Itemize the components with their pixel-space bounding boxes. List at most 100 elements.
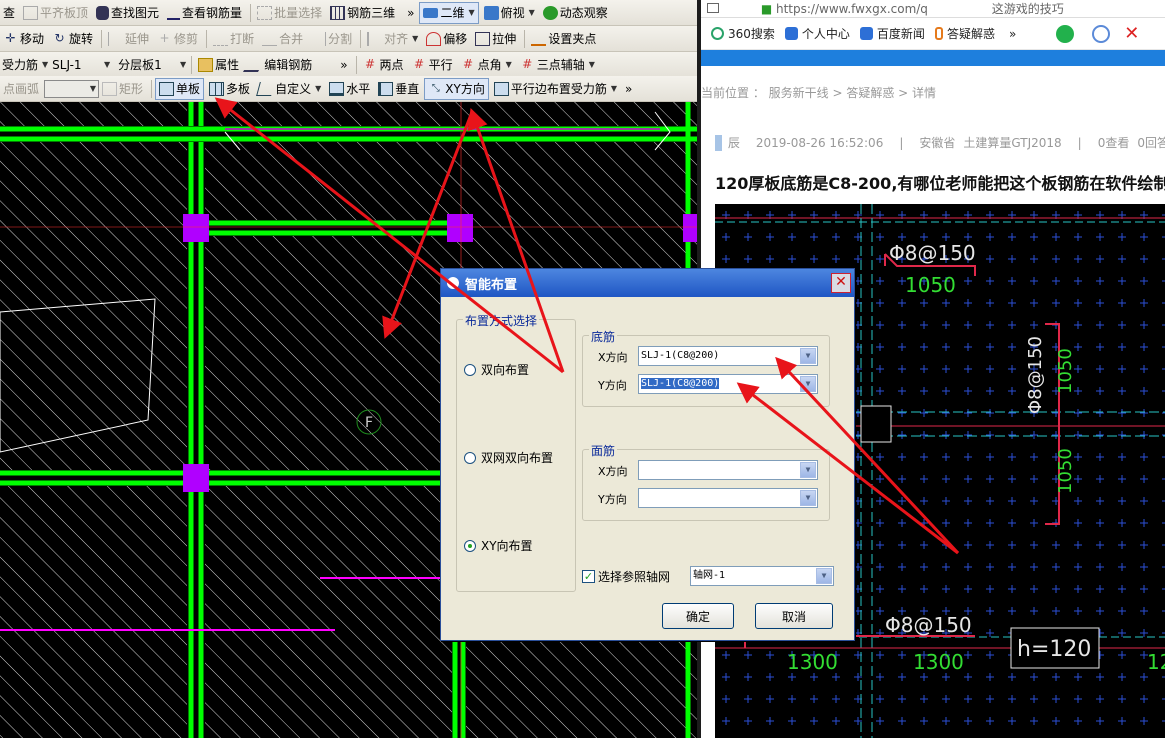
element-type-select[interactable]: 受力筋 ▼ bbox=[0, 56, 50, 74]
more-chevron-1[interactable]: » bbox=[404, 2, 417, 24]
tool-rectangle[interactable]: 矩形 bbox=[99, 78, 146, 100]
tool-align[interactable]: 对齐 ▼ bbox=[364, 28, 421, 50]
separator bbox=[250, 3, 252, 22]
top-y-select[interactable]: ▼ bbox=[638, 488, 818, 508]
bookmark-baidu-news[interactable]: 百度新闻 bbox=[859, 25, 925, 42]
rebar-name-select[interactable]: SLJ-1 ▼ bbox=[50, 56, 112, 74]
dynamic-observe-button[interactable]: 动态观察 bbox=[540, 2, 611, 24]
tool-extend[interactable]: 延伸 bbox=[105, 28, 152, 50]
point-angle-button[interactable]: # 点角 ▼ bbox=[458, 54, 515, 76]
tool-stretch[interactable]: 拉伸 bbox=[472, 28, 519, 50]
multi-slab-button[interactable]: 多板 bbox=[206, 78, 253, 100]
custom-dropdown[interactable]: 自定义 ▼ bbox=[255, 78, 324, 100]
radio-bidirectional[interactable]: 双向布置 bbox=[464, 361, 529, 378]
bookmark-personal[interactable]: 个人中心 bbox=[784, 25, 850, 42]
three-point-axis-button[interactable]: # 三点辅轴 ▼ bbox=[517, 54, 598, 76]
view-top-dropdown[interactable]: 俯视 ▼ bbox=[481, 2, 538, 24]
vertical-button[interactable]: 垂直 bbox=[375, 78, 422, 100]
tool-set-grip[interactable]: 设置夹点 bbox=[528, 28, 599, 50]
chevron-down-icon[interactable]: ▼ bbox=[800, 490, 816, 506]
edit-rebar-button[interactable]: 编辑钢筋 bbox=[243, 54, 315, 76]
radio-double-net[interactable]: 双网双向布置 bbox=[464, 449, 553, 466]
tool-find-element[interactable]: 查找图元 bbox=[93, 2, 162, 24]
rectangle-icon bbox=[102, 81, 118, 96]
tool-batch-select[interactable]: 批量选择 bbox=[254, 2, 325, 24]
tool-trim[interactable]: + 修剪 bbox=[154, 28, 201, 50]
radio-xy[interactable]: XY向布置 bbox=[464, 537, 533, 554]
chevron-down-icon[interactable]: ▼ bbox=[800, 462, 816, 478]
ok-button[interactable]: 确定 bbox=[662, 603, 734, 629]
single-slab-button[interactable]: 单板 bbox=[155, 77, 205, 100]
point-angle-icon: # bbox=[463, 56, 474, 71]
tool-view-rebar-qty[interactable]: 查看钢筋量 bbox=[164, 2, 245, 24]
tool-offset[interactable]: 偏移 bbox=[423, 28, 470, 50]
three-point-label: 三点辅轴 bbox=[536, 58, 585, 72]
chevron-down-icon[interactable]: ▼ bbox=[816, 568, 832, 584]
post-software: 土建算量GTJ2018 bbox=[963, 136, 1062, 150]
parallel-button[interactable]: # 平行 bbox=[409, 54, 456, 76]
green-extension-icon[interactable] bbox=[1056, 24, 1075, 43]
chevron-down-icon: ▼ bbox=[89, 84, 97, 93]
tool-batch-select-label: 批量选择 bbox=[274, 6, 323, 20]
tool-extend-label: 延伸 bbox=[125, 32, 150, 46]
bottom-x-select[interactable]: SLJ-1(C8@200) ▼ bbox=[638, 346, 818, 366]
more-chevron-3[interactable]: » bbox=[337, 54, 350, 76]
chevron-down-icon[interactable]: ▼ bbox=[800, 376, 816, 392]
horizontal-button[interactable]: 水平 bbox=[326, 78, 373, 100]
top-view-icon bbox=[483, 5, 499, 20]
tool-split[interactable]: 分割 bbox=[308, 28, 355, 50]
screen: 查 平齐板顶 查找图元 查看钢筋量 批量选择 钢筋三维 » 二维 ▼ 俯视 ▼ 动态… bbox=[0, 0, 1165, 738]
layer-select[interactable]: 分层板1 ▼ bbox=[116, 56, 188, 74]
url-text[interactable]: https://www.fwxgx.com/q bbox=[776, 2, 928, 16]
dialog-close-button[interactable]: ✕ bbox=[831, 273, 851, 293]
dialog-titlebar[interactable]: 智能布置 bbox=[441, 269, 854, 297]
arc-param-select[interactable]: ▼ bbox=[44, 79, 100, 98]
meta-divider: | bbox=[1077, 135, 1082, 150]
bookmark-360[interactable]: 360搜索 bbox=[711, 25, 775, 42]
author-name[interactable]: 辰 bbox=[728, 134, 740, 151]
bottom-y-select[interactable]: SLJ-1(C8@200) ▼ bbox=[638, 374, 818, 394]
more-chevron-4[interactable]: » bbox=[622, 78, 635, 100]
tool-check[interactable]: 查 bbox=[0, 2, 18, 24]
ref-axis-select[interactable]: 轴网-1 ▼ bbox=[690, 566, 834, 586]
rebar-label-bottom: Φ8@150 bbox=[885, 613, 972, 637]
xy-direction-button[interactable]: ⤡ XY方向 bbox=[424, 77, 489, 100]
properties-button[interactable]: 属性 bbox=[195, 54, 242, 76]
tool-point-arc[interactable]: 点画弧 bbox=[0, 78, 42, 100]
tool-merge[interactable]: 合并 bbox=[259, 28, 306, 50]
tool-rotate[interactable]: ↻ 旋转 bbox=[49, 28, 96, 50]
chevron-down-icon[interactable]: ▼ bbox=[800, 348, 816, 364]
close-icon[interactable]: ✕ bbox=[1124, 23, 1139, 44]
tool-offset-label: 偏移 bbox=[443, 32, 468, 46]
tab-title[interactable]: 这游戏的技巧 bbox=[992, 2, 1064, 16]
rebar-label-top: Φ8@150 bbox=[889, 241, 976, 265]
separator bbox=[524, 29, 526, 48]
ref-axis-value: 轴网-1 bbox=[693, 570, 726, 581]
qa-icon bbox=[934, 27, 943, 40]
bookmark-qa[interactable]: 答疑解惑 bbox=[934, 25, 995, 42]
view-2d-dropdown[interactable]: 二维 ▼ bbox=[419, 1, 479, 24]
tool-break[interactable]: 打断 bbox=[210, 28, 257, 50]
address-bar[interactable]: ■ https://www.fwxgx.com/q 这游戏的技巧 bbox=[701, 0, 1165, 18]
thickness-label: h=120 bbox=[1017, 637, 1091, 662]
minus-icon[interactable] bbox=[1092, 24, 1111, 43]
paw-icon bbox=[859, 27, 873, 40]
bottom-rebar-legend: 底筋 bbox=[589, 328, 618, 345]
checkmark-icon: ✓ bbox=[582, 570, 595, 583]
dim-label-side-1: 1050 bbox=[1055, 348, 1076, 394]
tool-move[interactable]: ✛ 移动 bbox=[0, 28, 47, 50]
tool-rebar-3d[interactable]: 钢筋三维 bbox=[327, 2, 398, 24]
extend-icon bbox=[108, 31, 123, 46]
two-point-button[interactable]: # 两点 bbox=[360, 54, 407, 76]
bookmarks-more[interactable]: » bbox=[1009, 27, 1016, 41]
properties-label: 属性 bbox=[215, 58, 240, 72]
xy-direction-icon: ⤡ bbox=[431, 82, 440, 94]
tool-align-slab-top[interactable]: 平齐板顶 bbox=[20, 2, 91, 24]
view-2d-label: 二维 bbox=[440, 6, 465, 20]
cancel-button[interactable]: 取消 bbox=[755, 603, 833, 629]
parallel-edge-dropdown[interactable]: 平行边布置受力筋 ▼ bbox=[491, 78, 620, 100]
chevron-down-icon: ▼ bbox=[180, 60, 187, 69]
top-x-select[interactable]: ▼ bbox=[638, 460, 818, 480]
ref-axis-checkbox[interactable]: ✓ 选择参照轴网 bbox=[582, 568, 670, 585]
properties-icon bbox=[198, 57, 214, 72]
